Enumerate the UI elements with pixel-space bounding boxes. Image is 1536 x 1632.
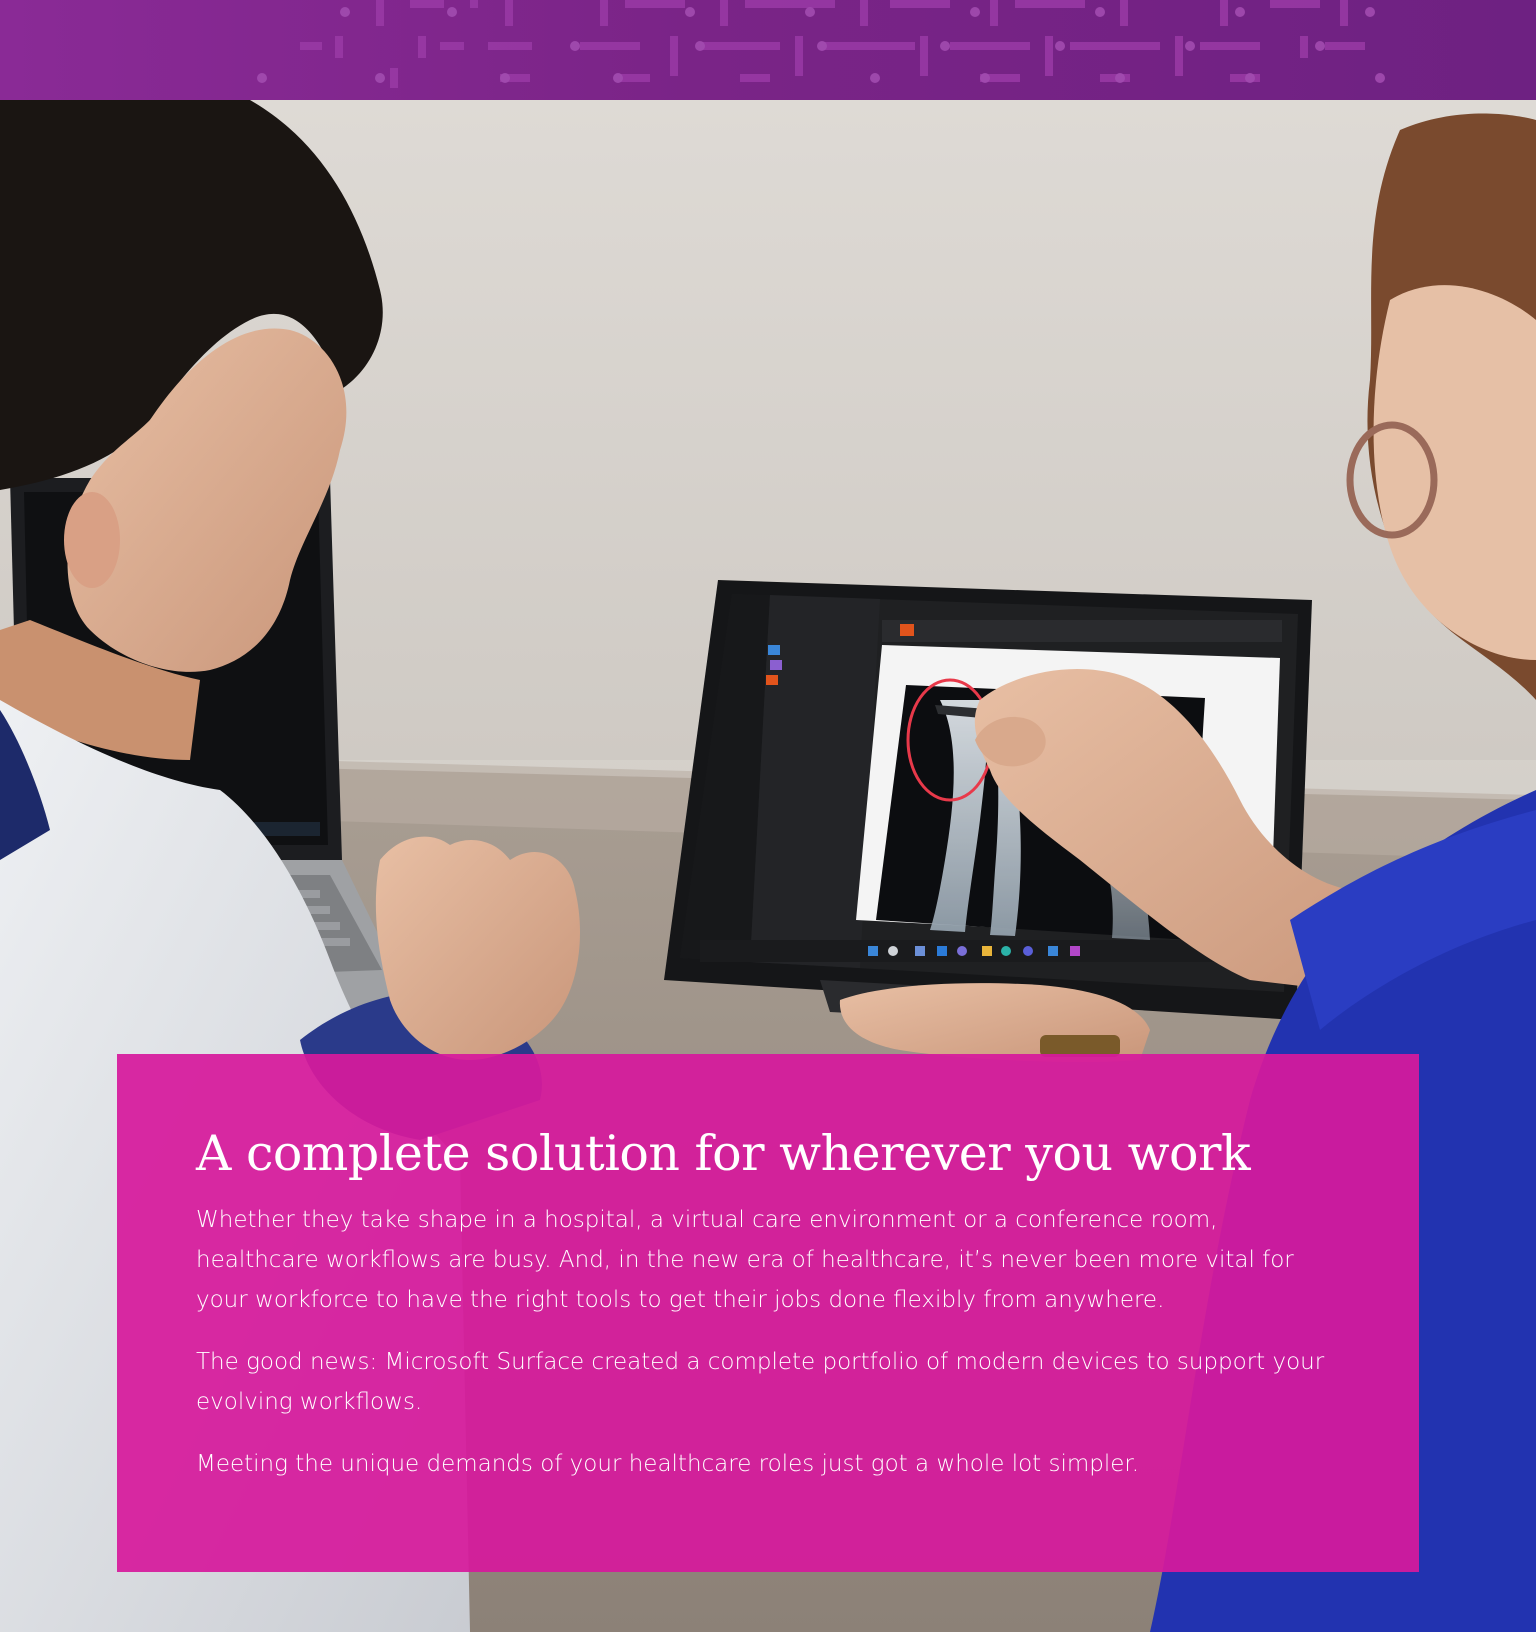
content-panel: A complete solution for wherever you wor… (117, 1054, 1419, 1572)
body-paragraph-2: The good news: Microsoft Surface created… (196, 1349, 1325, 1416)
brochure-page: A complete solution for wherever you wor… (0, 0, 1536, 1632)
body-paragraph-1: Whether they take shape in a hospital, a… (196, 1207, 1294, 1314)
page-title: A complete solution for wherever you wor… (196, 1125, 1251, 1182)
circuit-pattern-icon (257, 0, 1385, 88)
header-pattern-band (0, 0, 1536, 100)
body-paragraph-3: Meeting the unique demands of your healt… (196, 1451, 1140, 1478)
